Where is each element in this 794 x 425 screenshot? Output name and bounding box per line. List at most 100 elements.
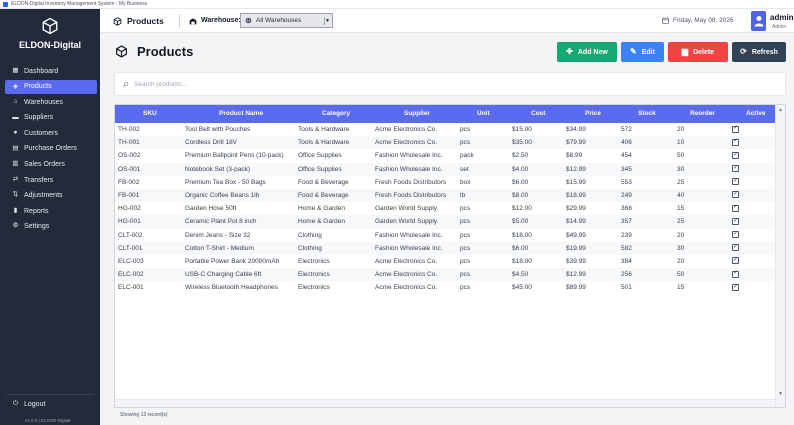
cell-sku: FB-001 — [118, 191, 140, 199]
window-title: ELDON-Digital Inventory Management Syste… — [11, 1, 148, 7]
cell-category: Tools & Hardware — [298, 139, 350, 147]
sidebar-item-reports[interactable]: ▮ Reports — [5, 204, 97, 219]
active-checkbox[interactable]: ✓ — [732, 191, 739, 199]
column-header-product-name[interactable]: Product Name — [219, 110, 263, 117]
delete-button[interactable]: ▆ Delete — [668, 42, 728, 62]
column-header-unit[interactable]: Unit — [477, 110, 490, 117]
edit-label: Edit — [641, 48, 655, 56]
cell-sku: OS-002 — [118, 152, 141, 160]
active-checkbox[interactable]: ✓ — [732, 178, 739, 186]
table-row[interactable]: OS-001 Notebook Set (3-pack) Office Suppli… — [115, 162, 775, 176]
scroll-up-icon[interactable]: ▲ — [778, 107, 783, 113]
active-checkbox[interactable]: ✓ — [732, 125, 739, 133]
adjustments-icon: ⇅ — [12, 191, 19, 199]
active-checkbox[interactable]: ✓ — [732, 165, 739, 173]
table-row[interactable]: TH-001 Cordless Drill 18V Tools & Hardware… — [115, 136, 775, 150]
cell-sku: ELC-002 — [118, 271, 144, 279]
active-checkbox[interactable]: ✓ — [732, 204, 739, 212]
active-checkbox[interactable]: ✓ — [732, 231, 739, 238]
cell-cost: $6.00 — [512, 178, 529, 186]
sidebar-item-suppliers[interactable]: ▬ Suppliers — [5, 111, 97, 126]
cell-stock: 582 — [621, 244, 632, 252]
sidebar-item-transfers[interactable]: ⇄ Transfers — [5, 173, 97, 188]
column-header-cost[interactable]: Cost — [531, 110, 545, 117]
table-row[interactable]: HG-002 Garden Hose 50ft Home & Garden Garde… — [115, 202, 775, 215]
cell-cost: $8.00 — [512, 191, 529, 199]
sidebar-item-adjustments[interactable]: ⇅ Adjustments — [5, 188, 97, 203]
active-checkbox[interactable]: ✓ — [732, 138, 739, 146]
active-checkbox[interactable]: ✓ — [732, 217, 739, 225]
search-input[interactable] — [134, 80, 734, 88]
logout-button[interactable]: ⏻ Logout — [5, 398, 97, 411]
cell-product-name: Cordless Drill 18V — [185, 139, 238, 147]
column-header-supplier[interactable]: Supplier — [404, 110, 430, 117]
refresh-icon: ⟳ — [740, 47, 747, 56]
warehouse-select[interactable]: All Warehouses ▼ — [240, 13, 333, 28]
cell-unit: box — [460, 178, 471, 186]
brand: ELDON-Digital — [0, 17, 100, 50]
add-new-button[interactable]: ✚ Add New — [557, 42, 617, 62]
avatar[interactable] — [751, 11, 766, 31]
pencil-icon: ✎ — [630, 47, 637, 56]
reports-icon: ▮ — [13, 206, 18, 214]
purchase-orders-icon: ▤ — [12, 144, 19, 152]
column-header-active[interactable]: Active — [746, 110, 766, 117]
table-row[interactable]: CLT-001 Cotton T-Shirt - Medium Clothing Fa… — [115, 241, 775, 255]
settings-icon: ⚙ — [12, 222, 19, 230]
scroll-down-icon[interactable]: ▼ — [778, 391, 783, 397]
cell-reorder: 20 — [677, 257, 685, 265]
table-row[interactable]: FB-002 Premium Tea Box - 50 Bags Food & Be… — [115, 176, 775, 189]
sidebar: ELDON-Digital ▦ Dashboard ◈ Products ⌂ W… — [0, 9, 100, 425]
table-row[interactable]: HG-001 Ceramic Plant Pot 8 inch Home & Gar… — [115, 215, 775, 229]
logout-label: Logout — [24, 401, 46, 408]
table-row[interactable]: FB-001 Organic Coffee Beans 1lb Food & Bev… — [115, 188, 775, 203]
sidebar-item-settings[interactable]: ⚙ Settings — [5, 219, 97, 234]
table-row[interactable]: CLT-002 Denim Jeans - Size 32 Clothing Fash… — [115, 229, 775, 242]
sidebar-item-purchase-orders[interactable]: ▤ Purchase Orders — [5, 142, 97, 157]
status-text: Showing 13 record(s) — [120, 412, 168, 418]
column-header-sku[interactable]: SKU — [143, 110, 157, 117]
cell-price: $79.99 — [566, 139, 586, 147]
plus-icon: ✚ — [566, 47, 573, 56]
column-header-reorder[interactable]: Reorder — [690, 110, 715, 117]
active-checkbox[interactable]: ✓ — [732, 283, 739, 291]
active-checkbox[interactable]: ✓ — [732, 151, 739, 159]
table-row[interactable]: ELC-002 USB-C Charging Cable 6ft Electroni… — [115, 268, 775, 282]
table-row[interactable]: ELC-001 Wireless Bluetooth Headphones Elec… — [115, 281, 775, 294]
cell-category: Clothing — [298, 231, 322, 239]
chevron-down-icon[interactable]: ▼ — [324, 17, 330, 25]
brand-name: ELDON-Digital — [19, 40, 81, 50]
cell-product-name: Cotton T-Shirt - Medium — [185, 244, 254, 252]
column-header-price[interactable]: Price — [585, 110, 601, 117]
customers-icon: ● — [13, 129, 18, 137]
cell-product-name: Premium Ballpoint Pens (10-pack) — [185, 152, 284, 160]
column-header-category[interactable]: Category — [322, 110, 350, 117]
header-bar: Products Warehouse: All Warehouses ▼ Fri… — [100, 9, 794, 33]
cell-category: Food & Beverage — [298, 191, 349, 199]
edit-button[interactable]: ✎ Edit — [621, 42, 664, 62]
sidebar-item-warehouses[interactable]: ⌂ Warehouses — [5, 95, 97, 110]
active-checkbox[interactable]: ✓ — [732, 257, 739, 265]
active-checkbox[interactable]: ✓ — [732, 270, 739, 278]
cell-category: Home & Garden — [298, 218, 345, 226]
sidebar-item-products[interactable]: ◈ Products — [5, 79, 97, 95]
cell-sku: CLT-001 — [118, 244, 143, 252]
cell-category: Office Supplies — [298, 165, 342, 173]
cell-category: Electronics — [298, 284, 330, 292]
sidebar-item-sales-orders[interactable]: ▥ Sales Orders — [5, 157, 97, 172]
table-row[interactable]: ELC-003 Portable Power Bank 20000mAh Elect… — [115, 255, 775, 268]
column-header-stock[interactable]: Stock — [638, 110, 656, 117]
table-row[interactable]: OS-002 Premium Ballpoint Pens (10-pack) Of… — [115, 149, 775, 162]
sidebar-item-dashboard[interactable]: ▦ Dashboard — [5, 64, 97, 79]
add-new-label: Add New — [577, 48, 608, 56]
table-row[interactable]: TH-002 Tool Belt with Pouches Tools & Hard… — [115, 123, 775, 136]
cell-price: $12.99 — [566, 165, 586, 173]
version-text: v1.0.0 | ELDON-Digital — [25, 418, 71, 423]
vertical-scrollbar[interactable]: ▲ ▼ — [775, 105, 785, 407]
active-checkbox[interactable]: ✓ — [732, 244, 739, 252]
user-role: Admin — [772, 24, 787, 30]
products-icon: ◈ — [13, 82, 18, 90]
horizontal-scrollbar[interactable] — [115, 399, 775, 407]
sidebar-item-customers[interactable]: ● Customers — [5, 126, 97, 141]
refresh-button[interactable]: ⟳ Refresh — [732, 42, 786, 62]
